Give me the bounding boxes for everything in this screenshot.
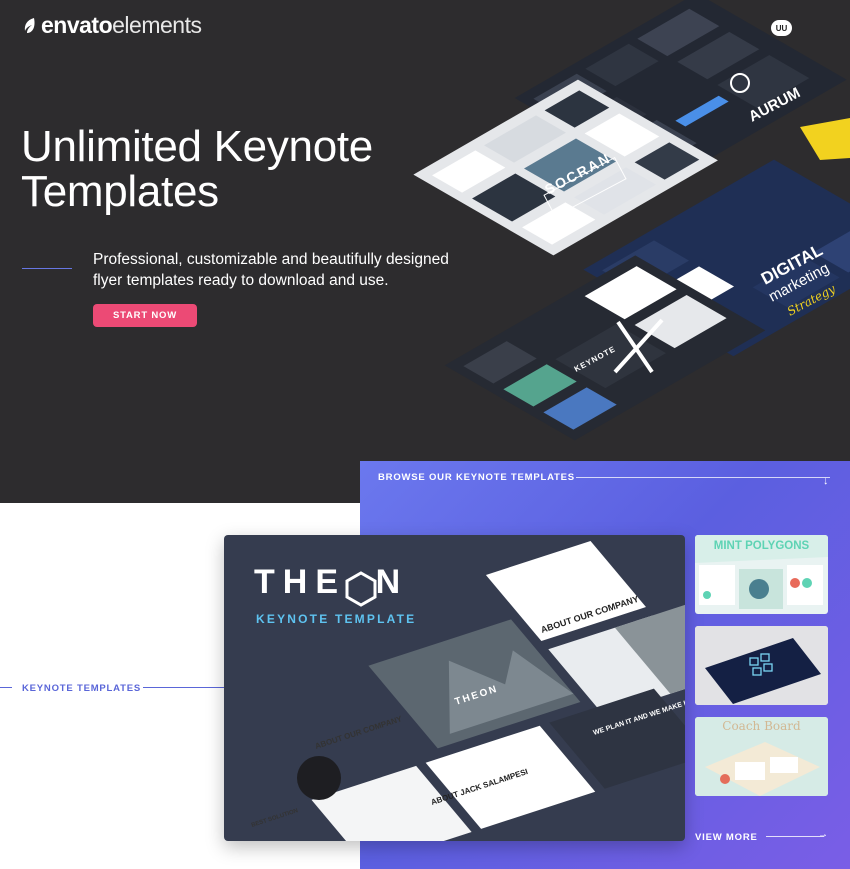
envato-leaf-icon [24,17,35,33]
start-now-button[interactable]: START NOW [93,304,197,327]
view-more-divider [766,836,824,837]
hero-subtitle: Professional, customizable and beautiful… [93,249,453,291]
hero-title: Unlimited Keynote Templates [21,124,451,214]
browse-label[interactable]: BROWSE OUR KEYNOTE TEMPLATES [378,472,575,483]
dark-card-template-thumbnail[interactable] [695,626,828,705]
view-more-link[interactable]: VIEW MORE [695,832,758,843]
hero-subtitle-line2: flyer templates ready to download and us… [93,272,389,289]
coach-board-title: Coach Board [722,719,801,733]
mint-polygons-title: MINT POLYGONS [713,540,810,552]
brand-name-light: elements [112,12,202,38]
dark-card-preview [695,626,828,705]
coach-board-thumbnail[interactable]: Coach Board [695,717,828,796]
hero-title-line2: Templates [21,167,219,216]
keynote-templates-label: KEYNOTE TEMPLATES [22,683,141,694]
theon-subtitle: KEYNOTE TEMPLATE [256,612,417,626]
hero-subtitle-line1: Professional, customizable and beautiful… [93,251,449,268]
keynote-templates-divider-left [0,687,12,688]
slide-text-about-company-2: ABOUT OUR COMPANY [314,714,404,751]
arrow-right-icon[interactable]: → [818,829,828,840]
keynote-templates-divider-right [143,687,225,688]
brand-name-bold: envato [41,12,113,38]
arrow-down-icon[interactable]: ↓ [823,475,829,487]
mint-polygons-thumbnail[interactable]: MINT POLYGONS [695,535,828,614]
hero-title-line1: Unlimited Keynote [21,122,373,171]
slide-text-best-solution: BEST SOLUTION [251,808,299,829]
avatar-badge[interactable]: UU [771,20,792,36]
envato-elements-logo[interactable]: envato elements [22,12,202,39]
hero-divider [22,268,72,269]
hero-section: AURUM SOCRAN DIGITAL marketing Strategy … [0,0,850,503]
theon-template-card[interactable]: ABOUT OUR COMPANY ABOUT OUR COMPANY ABOU… [224,535,685,841]
theon-title: THE N [254,563,409,601]
browse-divider [576,477,830,478]
